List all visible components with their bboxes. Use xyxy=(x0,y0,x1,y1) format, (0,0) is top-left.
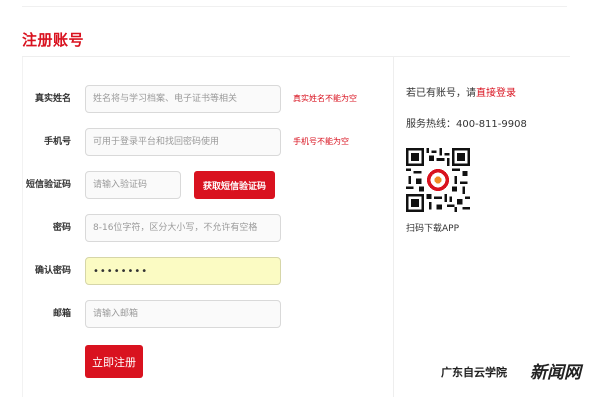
service-hotline: 服务热线：400-811-9908 xyxy=(406,119,527,130)
page-title: 注册账号 xyxy=(22,31,85,49)
register-button[interactable]: 立即注册 xyxy=(85,345,143,378)
password-input[interactable] xyxy=(85,214,281,242)
email-input[interactable] xyxy=(85,300,281,328)
qr-caption: 扫码下载APP xyxy=(406,224,460,234)
phone-error: 手机号不能为空 xyxy=(293,137,349,146)
phone-input[interactable] xyxy=(85,128,281,156)
watermark-school: 广东自云学院 xyxy=(441,366,507,379)
confirm-password-label: 确认密码 xyxy=(34,266,71,276)
app-qr-code xyxy=(406,148,470,212)
has-account-text: 若已有账号，请 xyxy=(406,88,476,99)
has-account-prompt: 若已有账号，请直接登录 xyxy=(406,84,516,99)
sms-code-input[interactable] xyxy=(85,171,181,199)
get-sms-code-button[interactable]: 获取短信验证码 xyxy=(194,171,275,199)
login-link[interactable]: 直接登录 xyxy=(476,88,516,99)
realname-label: 真实姓名 xyxy=(34,94,71,104)
email-label: 邮箱 xyxy=(52,309,71,319)
confirm-password-input[interactable] xyxy=(85,257,281,285)
watermark-news: 新闻网 xyxy=(530,363,581,383)
sms-code-label: 短信验证码 xyxy=(25,180,71,190)
top-divider xyxy=(22,6,567,7)
realname-error: 真实姓名不能为空 xyxy=(293,94,357,103)
password-label: 密码 xyxy=(52,223,71,233)
register-form: 真实姓名 真实姓名不能为空 手机号 手机号不能为空 短信验证码 获取短信验证码 … xyxy=(22,57,394,397)
realname-input[interactable] xyxy=(85,85,281,113)
phone-label: 手机号 xyxy=(43,137,71,147)
